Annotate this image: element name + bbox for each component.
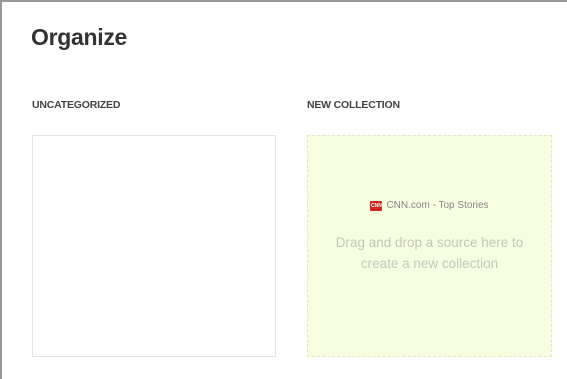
new-collection-drop-zone[interactable]: CNN CNN.com - Top Stories Drag and drop a…	[307, 135, 552, 357]
drop-hint-line-1: Drag and drop a source here to	[335, 235, 524, 250]
drop-hint-line-2: create a new collection	[360, 256, 499, 271]
drop-hint: Drag and drop a source here to create a …	[320, 232, 539, 274]
cnn-logo-icon: CNN	[370, 200, 383, 211]
page-title: Organize	[31, 24, 128, 50]
source-name: CNN.com - Top Stories	[386, 200, 489, 211]
organize-panel: Organize UNCATEGORIZED NEW COLLECTION CN…	[0, 0, 567, 379]
new-collection-label: NEW COLLECTION	[307, 99, 400, 111]
source-item[interactable]: CNN CNN.com - Top Stories	[308, 200, 551, 211]
uncategorized-label: UNCATEGORIZED	[32, 99, 121, 111]
uncategorized-list[interactable]	[32, 135, 276, 357]
